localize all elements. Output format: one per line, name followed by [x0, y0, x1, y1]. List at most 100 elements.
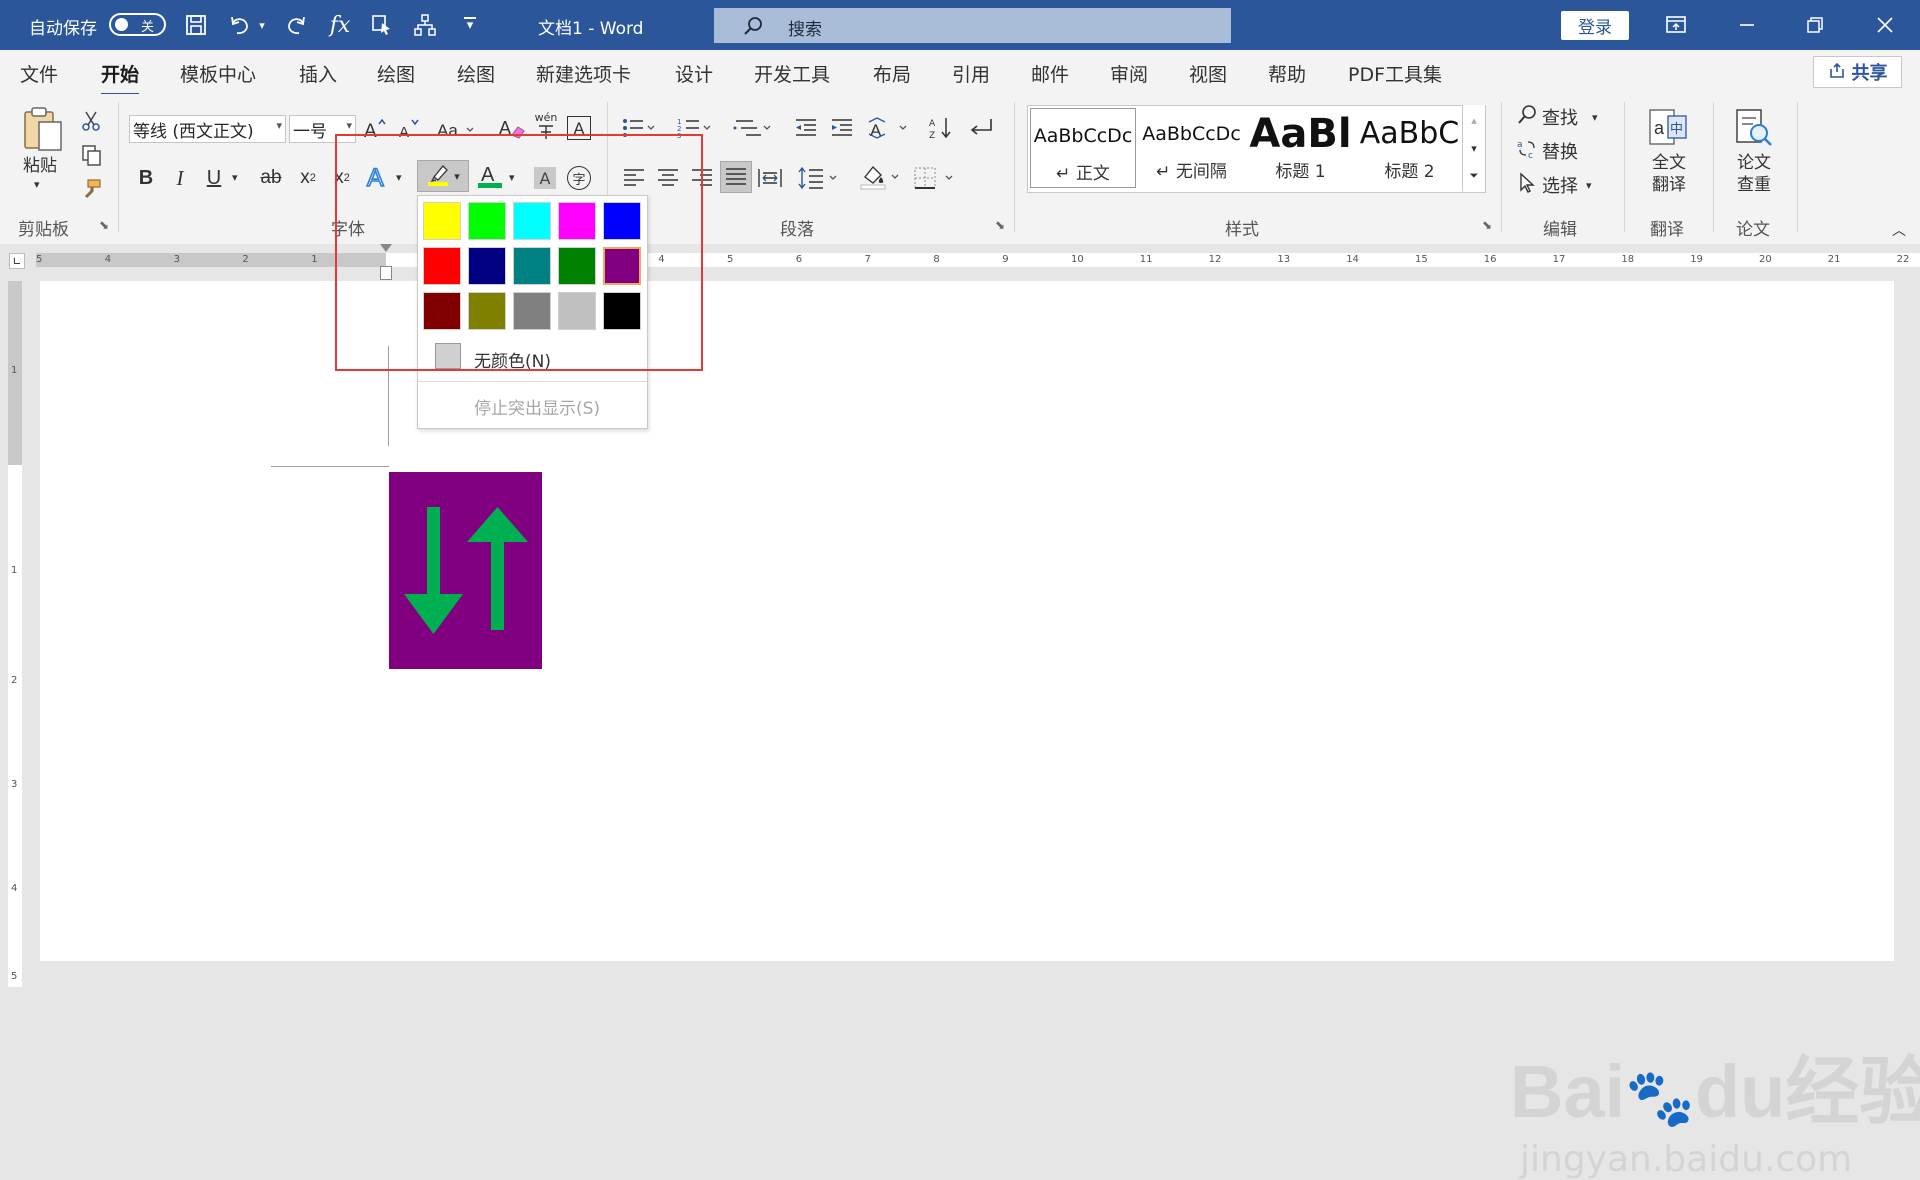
font-name-combo[interactable]: 等线 (西文正文) ▾	[129, 115, 286, 143]
justify-icon[interactable]	[720, 161, 752, 193]
tab-selector-icon[interactable]: ∟	[9, 253, 25, 269]
styles-launcher-icon[interactable]: ⬊	[1482, 218, 1492, 232]
tab-references[interactable]: 引用	[952, 60, 990, 87]
translate-line-2: 翻译	[1652, 175, 1686, 195]
tab-pdf-tools[interactable]: PDF工具集	[1348, 60, 1442, 87]
show-formatting-marks-icon[interactable]	[966, 114, 996, 142]
find-icon	[1516, 104, 1538, 131]
ruler-tick-label: 15	[1415, 254, 1428, 265]
touch-mode-icon[interactable]	[367, 10, 397, 40]
sort-icon[interactable]: AZ	[927, 114, 957, 142]
ruler-tick-label: 3	[173, 254, 180, 265]
tab-help[interactable]: 帮助	[1268, 60, 1306, 87]
replace-label: 替换	[1542, 142, 1578, 163]
cut-icon[interactable]	[78, 108, 104, 134]
redo-icon[interactable]	[281, 10, 311, 40]
tab-developer[interactable]: 开发工具	[754, 60, 830, 87]
plagiarism-check-label[interactable]: 论文 查重	[1730, 152, 1778, 196]
replace-button[interactable]: ac 替换	[1516, 136, 1578, 166]
search-box[interactable]: 搜索	[714, 8, 1231, 43]
tab-view[interactable]: 视图	[1189, 60, 1227, 87]
tab-draw[interactable]: 绘图	[377, 60, 415, 87]
paste-icon[interactable]	[20, 106, 66, 152]
save-icon[interactable]	[181, 10, 211, 40]
share-button[interactable]: 共享	[1813, 56, 1902, 88]
underline-icon[interactable]: U	[200, 164, 228, 192]
undo-icon[interactable]	[225, 10, 255, 40]
search-icon	[742, 15, 764, 41]
style-name: 标题 2	[1384, 161, 1435, 182]
find-button[interactable]: 查找 ▾	[1516, 102, 1598, 132]
ruler-tick-label: 7	[864, 254, 871, 265]
subscript-icon[interactable]: x2	[294, 164, 322, 192]
style-no-spacing[interactable]: AaBbCcDc ↵ 无间隔	[1139, 105, 1244, 187]
format-painter-icon[interactable]	[78, 176, 104, 202]
formula-icon[interactable]: fx	[325, 10, 355, 40]
collapse-ribbon-icon[interactable]: ︿	[1892, 220, 1906, 240]
ruler-tick-label: 4	[11, 883, 18, 894]
tab-review[interactable]: 审阅	[1110, 60, 1148, 87]
tab-template-center[interactable]: 模板中心	[180, 60, 256, 87]
document-page[interactable]: Bai🐾du经验 jingyan.baidu.com	[40, 281, 1920, 1180]
style-heading-1[interactable]: AaBl 标题 1	[1248, 105, 1353, 187]
undo-dropdown-icon[interactable]: ▾	[254, 10, 270, 40]
margin-corner-horizontal	[271, 466, 389, 467]
underline-dropdown-icon[interactable]: ▾	[232, 171, 238, 184]
tab-draw-2[interactable]: 绘图	[457, 60, 495, 87]
paste-label[interactable]: 粘贴	[23, 155, 57, 177]
bold-icon[interactable]: B	[132, 164, 160, 192]
strikethrough-icon[interactable]: ab	[256, 164, 286, 192]
customize-qat-icon[interactable]: ▾	[455, 10, 485, 40]
login-button[interactable]: 登录	[1561, 11, 1629, 40]
tab-layout[interactable]: 布局	[873, 60, 911, 87]
tab-home[interactable]: 开始	[101, 60, 140, 96]
tab-insert[interactable]: 插入	[299, 60, 337, 87]
paste-dropdown-icon[interactable]: ▾	[34, 178, 40, 191]
vertical-ruler-ticks: 1 1 2 3 4 5	[8, 281, 22, 987]
style-name: ↵ 无间隔	[1156, 161, 1227, 182]
ruler-tick-label: 10	[1071, 254, 1084, 265]
ruler-tick-label: 3	[11, 779, 18, 790]
select-button[interactable]: 选择 ▾	[1516, 170, 1592, 200]
style-preview: AaBbCcDc	[1142, 122, 1241, 145]
minimize-icon[interactable]	[1732, 10, 1762, 40]
svg-text:Z: Z	[929, 131, 935, 140]
tab-file[interactable]: 文件	[20, 60, 58, 87]
group-separator	[1624, 102, 1625, 232]
styles-scroll-up-icon[interactable]: ▴	[1463, 107, 1485, 133]
tab-mailings[interactable]: 邮件	[1031, 60, 1069, 87]
italic-icon[interactable]: I	[166, 164, 194, 192]
svg-text:a: a	[1654, 118, 1665, 138]
tab-new-tab[interactable]: 新建选项卡	[536, 60, 631, 87]
tab-design[interactable]: 设计	[675, 60, 713, 87]
full-text-translate-label[interactable]: 全文 翻译	[1645, 152, 1693, 196]
paper-line-1: 论文	[1737, 153, 1771, 173]
ruler-left-ticks: 5 4 3 2 1	[36, 253, 386, 267]
distributed-icon[interactable]	[756, 164, 784, 192]
styles-scroll-down-icon[interactable]: ▾	[1463, 135, 1485, 161]
copy-icon[interactable]	[78, 142, 104, 168]
clipboard-launcher-icon[interactable]: ⬊	[99, 218, 109, 232]
restore-icon[interactable]	[1800, 10, 1830, 40]
ruler-tick-label: 14	[1346, 254, 1359, 265]
stop-highlighting-option[interactable]: 停止突出显示(S)	[474, 394, 600, 419]
ribbon-display-options-icon[interactable]	[1661, 10, 1691, 40]
full-text-translate-icon[interactable]: a中	[1646, 106, 1690, 150]
purple-shape[interactable]	[389, 472, 542, 669]
borders-icon[interactable]	[913, 164, 957, 192]
plagiarism-check-icon[interactable]	[1731, 106, 1775, 150]
shading-icon[interactable]	[859, 162, 903, 192]
ruler-tick-label: 18	[1621, 254, 1635, 265]
style-normal[interactable]: AaBbCcDc ↵ 正文	[1030, 108, 1136, 188]
styles-more-icon[interactable]: ⏷	[1463, 163, 1485, 189]
style-heading-2[interactable]: AaBbC 标题 2	[1357, 105, 1462, 187]
line-spacing-icon[interactable]	[797, 164, 841, 192]
autosave-toggle[interactable]: 关	[109, 13, 166, 36]
org-chart-icon[interactable]	[410, 10, 440, 40]
chinese-layout-icon[interactable]: A	[867, 114, 911, 142]
close-icon[interactable]	[1870, 10, 1900, 40]
multilevel-list-icon[interactable]	[733, 114, 773, 142]
decrease-indent-icon[interactable]	[792, 114, 820, 142]
paragraph-launcher-icon[interactable]: ⬊	[995, 218, 1005, 232]
increase-indent-icon[interactable]	[828, 114, 856, 142]
